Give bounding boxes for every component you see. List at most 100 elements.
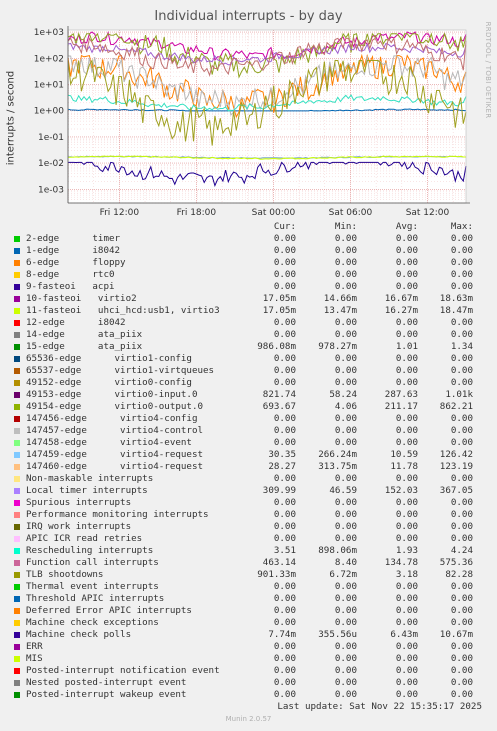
- legend-row: 10-fasteoi virtio2 17.05m 14.66m 16.67m 18.6…: [0, 293, 497, 305]
- legend-row: Spurious interrupts 0.00 0.00 0.00 0.00: [0, 497, 497, 509]
- legend-cur-value: 821.74: [262, 389, 296, 400]
- legend-avg-value: 0.00: [395, 653, 418, 664]
- legend-row: 65537-edge virtio1-virtqueues 0.00 0.00 0.0…: [0, 365, 497, 377]
- legend-label: Nested posted-interrupt event: [26, 677, 187, 688]
- legend-cur-value: 7.74m: [268, 629, 296, 640]
- legend-avg-value: 0.00: [395, 377, 418, 388]
- legend-min-value: 313.75m: [318, 461, 357, 472]
- legend-color-swatch: [14, 284, 20, 290]
- legend-color-swatch: [14, 536, 20, 542]
- x-tick-label: Fri 18:00: [177, 208, 217, 215]
- legend-cur-value: 0.00: [273, 617, 296, 628]
- legend-max-value: 0.00: [450, 521, 473, 532]
- legend-min-value: 0.00: [334, 581, 357, 592]
- legend-avg-value: 0.00: [395, 257, 418, 268]
- legend-label: APIC ICR read retries: [26, 533, 143, 544]
- legend-cur-value: 0.00: [273, 581, 296, 592]
- legend-row: 8-edge rtc0 0.00 0.00 0.00 0.00: [0, 269, 497, 281]
- legend-label: 49152-edge virtio0-config: [26, 377, 192, 388]
- legend-avg-value: 152.03: [384, 485, 418, 496]
- legend-avg-value: 287.63: [384, 389, 418, 400]
- legend-min-value: 0.00: [334, 269, 357, 280]
- legend-row: Posted-interrupt notification event 0.00 0…: [0, 665, 497, 677]
- legend-row: 1-edge i8042 0.00 0.00 0.00 0.00: [0, 245, 497, 257]
- legend-label: 15-edge ata_piix: [26, 341, 143, 352]
- legend-color-swatch: [14, 332, 20, 338]
- legend-row: Machine check exceptions 0.00 0.00 0.00 0.00: [0, 617, 497, 629]
- legend-avg-value: 0.00: [395, 581, 418, 592]
- legend-cur-value: 0.00: [273, 329, 296, 340]
- legend-min-value: 0.00: [334, 509, 357, 520]
- legend-label: 65537-edge virtio1-virtqueues: [26, 365, 215, 376]
- legend-label: 49154-edge virtio0-output.0: [26, 401, 204, 412]
- legend-row: APIC ICR read retries 0.00 0.00 0.00 0.00: [0, 533, 497, 545]
- legend-min-value: 266.24m: [318, 449, 357, 460]
- legend-max-value: 0.00: [450, 281, 473, 292]
- legend-max-value: 575.36: [439, 557, 473, 568]
- legend-row: 11-fasteoi uhci_hcd:usb1, virtio3 17.05m 1…: [0, 305, 497, 317]
- legend-row: Local timer interrupts 309.99 46.59 152.03 3…: [0, 485, 497, 497]
- legend-min-value: 46.59: [329, 485, 357, 496]
- legend-label: Machine check exceptions: [26, 617, 159, 628]
- legend-cur-value: 0.00: [273, 497, 296, 508]
- legend-cur-value: 17.05m: [262, 293, 296, 304]
- legend-cur-value: 0.00: [273, 605, 296, 616]
- legend-cur-value: 0.00: [273, 689, 296, 700]
- legend-cur-value: 309.99: [262, 485, 296, 496]
- legend-row: 12-edge i8042 0.00 0.00 0.00 0.00: [0, 317, 497, 329]
- legend-color-swatch: [14, 584, 20, 590]
- legend-max-value: 0.00: [450, 437, 473, 448]
- legend-cur-value: 30.35: [268, 449, 296, 460]
- legend-cur-value: 28.27: [268, 461, 296, 472]
- interrupts-chart: 1e+03 1e+02 1e+01 1e+00 1e-01 1e-02 1e-03 Fri 1…: [34, 26, 470, 215]
- x-tick-label: Sat 00:00: [252, 208, 296, 215]
- legend-row: 147458-edge virtio4-event 0.00 0.00 0.00 0.0…: [0, 437, 497, 449]
- legend-max-value: 0.00: [450, 425, 473, 436]
- legend-max-value: 0.00: [450, 677, 473, 688]
- legend-min-value: 58.24: [329, 389, 357, 400]
- legend-color-swatch: [14, 452, 20, 458]
- legend-avg-value: 0.00: [395, 365, 418, 376]
- legend-label: 147458-edge virtio4-event: [26, 437, 192, 448]
- y-tick-label: 1e+01: [34, 80, 64, 90]
- legend-label: TLB shootdowns: [26, 569, 104, 580]
- legend-row: Nested posted-interrupt event 0.00 0.00 0.0…: [0, 677, 497, 689]
- legend-cur-value: 0.00: [273, 665, 296, 676]
- legend-max-value: 0.00: [450, 473, 473, 484]
- legend-label: Deferred Error APIC interrupts: [26, 605, 192, 616]
- legend-label: IRQ work interrupts: [26, 521, 132, 532]
- legend-row: Thermal event interrupts 0.00 0.00 0.00 0.00: [0, 581, 497, 593]
- legend-color-swatch: [14, 440, 20, 446]
- legend-max-value: 0.00: [450, 653, 473, 664]
- legend-label: 147456-edge virtio4-config: [26, 413, 198, 424]
- legend-avg-value: 0.00: [395, 665, 418, 676]
- legend-max-value: 0.00: [450, 365, 473, 376]
- legend-min-value: 898.06m: [318, 545, 357, 556]
- legend-label: 65536-edge virtio1-config: [26, 353, 192, 364]
- legend-label: Spurious interrupts: [26, 497, 132, 508]
- legend-avg-value: 0.00: [395, 605, 418, 616]
- legend-row: Rescheduling interrupts 3.51 898.06m 1.93 4.…: [0, 545, 497, 557]
- legend-color-swatch: [14, 296, 20, 302]
- legend-label: MIS: [26, 653, 43, 664]
- legend-label: Performance monitoring interrupts: [26, 509, 209, 520]
- legend-color-swatch: [14, 272, 20, 278]
- legend-max-value: 0.00: [450, 497, 473, 508]
- legend-avg-value: 0.00: [395, 329, 418, 340]
- legend-label: 10-fasteoi virtio2: [26, 293, 137, 304]
- legend-column-header: Max:: [450, 221, 473, 232]
- legend-cur-value: 0.00: [273, 365, 296, 376]
- legend-row: Machine check polls 7.74m 355.56u 6.43m 10.6…: [0, 629, 497, 641]
- legend-max-value: 0.00: [450, 617, 473, 628]
- legend-row: 147459-edge virtio4-request 30.35 266.24m 1…: [0, 449, 497, 461]
- legend-label: 49153-edge virtio0-input.0: [26, 389, 198, 400]
- legend-max-value: 0.00: [450, 377, 473, 388]
- legend-avg-value: 0.00: [395, 437, 418, 448]
- legend-label: 9-fasteoi acpi: [26, 281, 115, 292]
- legend-cur-value: 0.00: [273, 257, 296, 268]
- legend-min-value: 0.00: [334, 281, 357, 292]
- legend-cur-value: 0.00: [273, 269, 296, 280]
- legend-max-value: 126.42: [439, 449, 473, 460]
- legend-max-value: 0.00: [450, 689, 473, 700]
- legend-avg-value: 0.00: [395, 413, 418, 424]
